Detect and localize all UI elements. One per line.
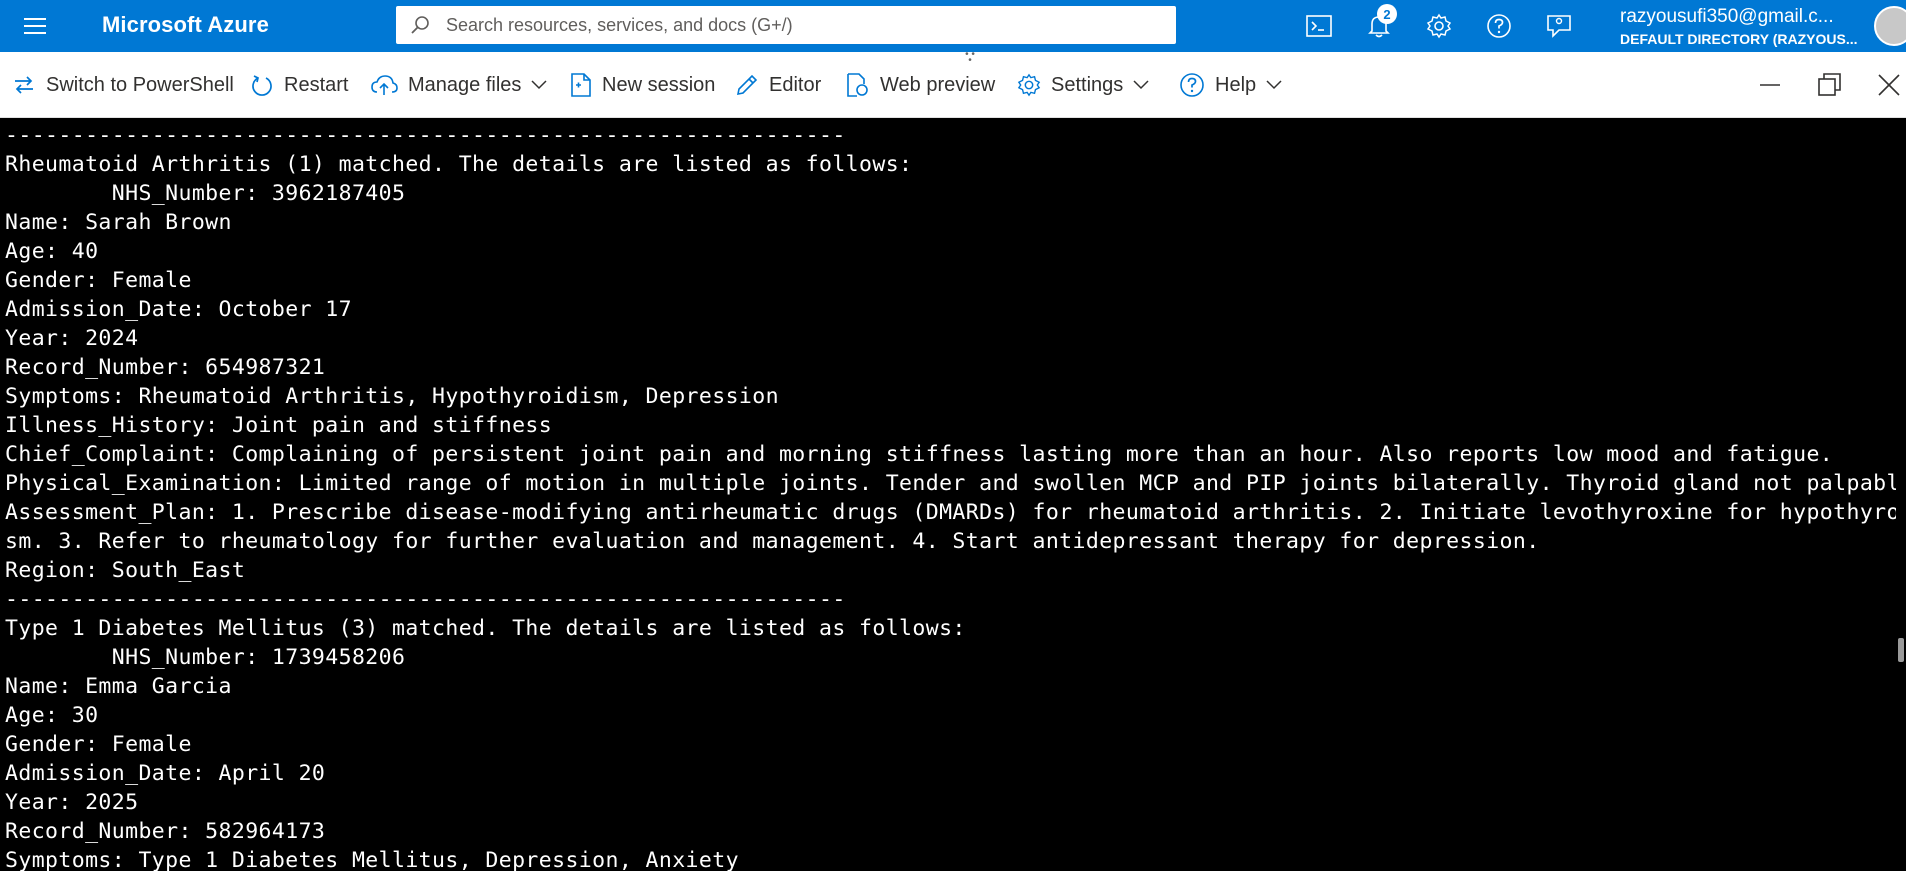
terminal-line: Gender: Female — [5, 268, 192, 293]
terminal-line: Age: 40 — [5, 239, 99, 264]
new-session-icon — [571, 73, 591, 97]
terminal-line: Chief_Complaint: Complaining of persiste… — [5, 442, 1834, 467]
terminal-line: Admission_Date: October 17 — [5, 297, 352, 322]
terminal-line: Symptoms: Type 1 Diabetes Mellitus, Depr… — [5, 848, 739, 871]
switch-to-powershell-button[interactable]: Switch to PowerShell — [12, 66, 234, 104]
account-directory: DEFAULT DIRECTORY (RAZYOUS... — [1620, 31, 1858, 47]
terminal-line: Year: 2025 — [5, 790, 139, 815]
terminal-line: NHS_Number: 1739458206 — [5, 645, 406, 670]
terminal-line: Assessment_Plan: 1. Prescribe disease-mo… — [5, 500, 1896, 525]
restart-icon — [252, 75, 272, 96]
panel-resize-handle[interactable]: • • • — [962, 50, 978, 66]
scrollbar-thumb[interactable] — [1898, 638, 1904, 662]
search-input[interactable] — [444, 13, 1148, 37]
search-icon — [411, 16, 429, 34]
cloud-shell-toolbar: Switch to PowerShell Restart Manage file… — [0, 52, 1906, 118]
chevron-down-icon — [531, 80, 547, 90]
terminal-line: Admission_Date: April 20 — [5, 761, 326, 786]
terminal-line: Name: Emma Garcia — [5, 674, 232, 699]
terminal-line: Record_Number: 582964173 — [5, 819, 326, 844]
cloud-shell-icon[interactable] — [1299, 8, 1339, 44]
account-menu[interactable]: razyousufi350@gmail.c... DEFAULT DIRECTO… — [1620, 6, 1858, 47]
minimize-icon[interactable] — [1750, 66, 1790, 104]
terminal-line: Name: Sarah Brown — [5, 210, 232, 235]
web-preview-icon — [847, 73, 868, 97]
switch-arrows-icon — [15, 76, 33, 94]
help-label: Help — [1215, 73, 1257, 96]
terminal-line: Symptoms: Rheumatoid Arthritis, Hypothyr… — [5, 384, 779, 409]
azure-top-bar: Microsoft Azure 2 — [0, 0, 1906, 52]
terminal-line: NHS_Number: 3962187405 — [5, 181, 406, 206]
editor-button[interactable]: Editor — [735, 66, 821, 104]
cloud-upload-icon — [371, 75, 398, 95]
global-search-box[interactable] — [396, 6, 1176, 44]
terminal-line: Rheumatoid Arthritis (1) matched. The de… — [5, 152, 913, 177]
terminal-line: Record_Number: 654987321 — [5, 355, 326, 380]
terminal-line: ----------------------------------------… — [5, 123, 846, 148]
terminal-line: Age: 30 — [5, 703, 99, 728]
switch-to-powershell-label: Switch to PowerShell — [46, 73, 234, 96]
feedback-icon[interactable] — [1539, 8, 1579, 44]
notifications-bell-icon[interactable]: 2 — [1359, 4, 1399, 44]
chevron-down-icon — [1266, 80, 1282, 90]
terminal-scrollbar[interactable] — [1896, 118, 1906, 871]
pencil-icon — [736, 74, 758, 96]
manage-files-label: Manage files — [408, 73, 522, 96]
restart-label: Restart — [284, 73, 349, 96]
new-session-button[interactable]: New session — [570, 66, 715, 104]
terminal-line: Gender: Female — [5, 732, 192, 757]
portal-brand[interactable]: Microsoft Azure — [102, 12, 269, 38]
terminal-line: Physical_Examination: Limited range of m… — [5, 471, 1896, 496]
terminal-line: Region: South_East — [5, 558, 246, 583]
account-email: razyousufi350@gmail.c... — [1620, 6, 1834, 27]
maximize-icon[interactable] — [1810, 66, 1850, 104]
notification-count-badge: 2 — [1377, 4, 1397, 24]
help-circle-icon — [1180, 73, 1204, 97]
help-dropdown-button[interactable]: Help — [1179, 66, 1282, 104]
gear-icon — [1017, 73, 1041, 97]
user-avatar[interactable] — [1874, 6, 1906, 46]
terminal-line: ----------------------------------------… — [5, 587, 846, 612]
help-question-icon[interactable] — [1479, 8, 1519, 44]
azure-cloud-shell-window: Microsoft Azure 2 — [0, 0, 1906, 871]
settings-dropdown-button[interactable]: Settings — [1017, 66, 1149, 104]
close-icon[interactable] — [1869, 66, 1906, 104]
chevron-down-icon — [1133, 80, 1149, 90]
terminal-line: Illness_History: Joint pain and stiffnes… — [5, 413, 553, 438]
editor-label: Editor — [769, 73, 822, 96]
settings-label: Settings — [1051, 73, 1124, 96]
web-preview-label: Web preview — [880, 73, 996, 96]
terminal-output[interactable]: ----------------------------------------… — [0, 118, 1896, 871]
new-session-label: New session — [602, 73, 716, 96]
terminal-line: Year: 2024 — [5, 326, 139, 351]
terminal-line: Type 1 Diabetes Mellitus (3) matched. Th… — [5, 616, 966, 641]
restart-button[interactable]: Restart — [252, 66, 348, 104]
hamburger-menu-icon[interactable] — [20, 13, 52, 39]
web-preview-button[interactable]: Web preview — [846, 66, 995, 104]
settings-gear-icon[interactable] — [1419, 8, 1459, 44]
manage-files-button[interactable]: Manage files — [370, 66, 547, 104]
terminal-line: sm. 3. Refer to rheumatology for further… — [5, 529, 1540, 554]
